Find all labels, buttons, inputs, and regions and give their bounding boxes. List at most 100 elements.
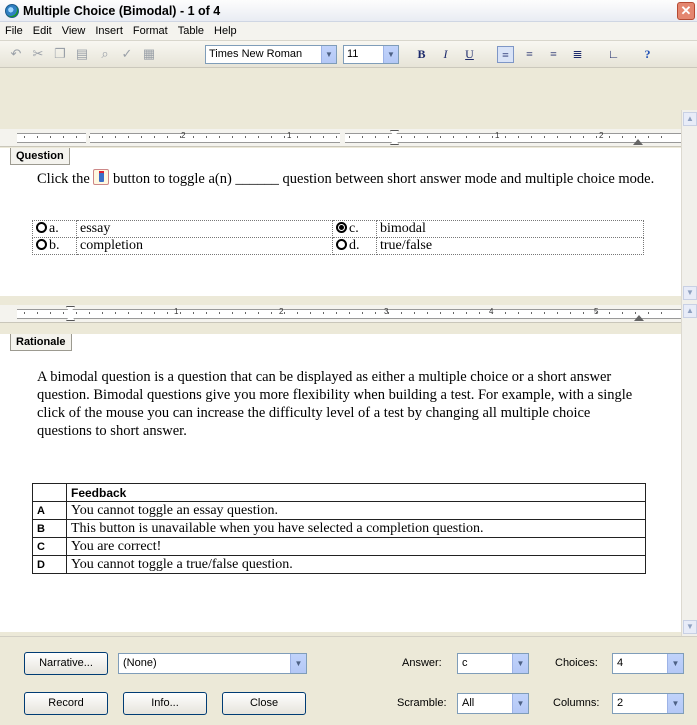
font-name-select[interactable]: Times New Roman ▼: [205, 45, 337, 64]
menu-help[interactable]: Help: [214, 25, 237, 37]
insert-table-icon[interactable]: ▦: [141, 46, 157, 62]
ruler-tick: [154, 136, 155, 138]
menu-format[interactable]: Format: [133, 25, 168, 37]
record-button[interactable]: Record: [24, 692, 108, 715]
ruler-tick: [323, 312, 324, 314]
align-left-icon[interactable]: ≡: [497, 46, 514, 63]
columns-select[interactable]: 2 ▼: [612, 693, 684, 714]
ruler-tick: [310, 136, 311, 138]
chevron-down-icon[interactable]: ▼: [290, 654, 306, 673]
ruler-tick: [258, 136, 259, 138]
ruler-tick: [284, 312, 285, 314]
scramble-select[interactable]: All ▼: [457, 693, 529, 714]
italic-button[interactable]: I: [437, 46, 454, 63]
help-button[interactable]: ?: [639, 46, 656, 63]
chevron-down-icon[interactable]: ▼: [667, 694, 683, 713]
ruler-tick: [219, 312, 220, 314]
ruler-tick: [63, 136, 64, 138]
underline-button[interactable]: U: [461, 46, 478, 63]
menu-insert[interactable]: Insert: [95, 25, 123, 37]
feedback-letter: B: [32, 519, 67, 538]
feedback-text: You cannot toggle a true/false question.: [66, 555, 646, 574]
bold-button[interactable]: B: [413, 46, 430, 63]
rationale-scrollbar[interactable]: ▲ ▼: [681, 302, 697, 636]
cut-icon[interactable]: ✂: [30, 46, 46, 62]
question-text-after: button to toggle a(n) ______ question be…: [113, 171, 655, 187]
ruler-tick: [102, 136, 103, 138]
paste-icon[interactable]: ▤: [74, 46, 90, 62]
chevron-down-icon[interactable]: ▼: [512, 654, 528, 673]
ruler-tick: [583, 312, 584, 314]
tab-stop-icon[interactable]: ∟: [605, 46, 622, 63]
ruler-margin-left: [17, 133, 86, 143]
scroll-up-icon[interactable]: ▲: [683, 112, 697, 126]
ruler-tick: [115, 136, 116, 138]
ruler-number: 1: [287, 131, 292, 140]
ruler-tick: [661, 312, 662, 314]
ruler-number: 2: [599, 131, 604, 140]
menu-file[interactable]: File: [5, 25, 23, 37]
right-indent-marker[interactable]: [633, 139, 643, 145]
ruler-tick: [596, 312, 597, 314]
menu-edit[interactable]: Edit: [33, 25, 52, 37]
choice-c-letter[interactable]: c.: [332, 220, 377, 238]
radio-d[interactable]: [336, 239, 347, 250]
choice-a-text: essay: [76, 220, 333, 238]
ruler-tick: [232, 312, 233, 314]
rationale-text: A bimodal question is a question that ca…: [37, 369, 633, 439]
bottom-panel: Narrative... (None) ▼ Answer: c ▼ Choice…: [0, 636, 697, 725]
chevron-down-icon[interactable]: ▼: [321, 46, 336, 63]
right-indent-marker[interactable]: [634, 315, 644, 321]
ruler-tick: [531, 136, 532, 138]
align-right-icon[interactable]: ≡: [545, 46, 562, 63]
justify-icon[interactable]: ≣: [569, 46, 586, 63]
choice-a-letter[interactable]: a.: [32, 220, 77, 238]
answer-select[interactable]: c ▼: [457, 653, 529, 674]
menu-table[interactable]: Table: [178, 25, 204, 37]
chevron-down-icon[interactable]: ▼: [512, 694, 528, 713]
chevron-down-icon[interactable]: ▼: [667, 654, 683, 673]
narrative-button[interactable]: Narrative...: [24, 652, 108, 675]
rationale-pane[interactable]: Rationale A bimodal question is a questi…: [0, 334, 681, 632]
ruler-tick: [297, 136, 298, 138]
choice-d-letter[interactable]: d.: [332, 237, 377, 255]
ruler-tick: [167, 312, 168, 314]
close-button[interactable]: Close: [222, 692, 306, 715]
radio-b[interactable]: [36, 239, 47, 250]
feedback-table: Feedback A You cannot toggle an essay qu…: [32, 483, 646, 574]
question-pane[interactable]: Question Click the button to toggle a(n)…: [0, 148, 681, 296]
scroll-down-icon[interactable]: ▼: [683, 286, 697, 300]
narrative-value: (None): [123, 657, 157, 669]
find-icon[interactable]: ⌕: [97, 46, 113, 62]
table-row: D You cannot toggle a true/false questio…: [32, 555, 646, 574]
choice-b-letter[interactable]: b.: [32, 237, 77, 255]
ruler-tick: [479, 312, 480, 314]
menu-view[interactable]: View: [62, 25, 86, 37]
copy-icon[interactable]: ❐: [52, 46, 68, 62]
window-title: Multiple Choice (Bimodal) - 1 of 4: [23, 3, 221, 18]
ruler-tick: [544, 136, 545, 138]
info-button[interactable]: Info...: [123, 692, 207, 715]
ruler-tick: [141, 136, 142, 138]
question-scrollbar[interactable]: ▲ ▼: [681, 110, 697, 302]
title-bar: Multiple Choice (Bimodal) - 1 of 4 ✕: [0, 0, 697, 22]
chevron-down-icon[interactable]: ▼: [383, 46, 398, 63]
close-window-button[interactable]: ✕: [677, 2, 695, 20]
scroll-down-icon[interactable]: ▼: [683, 620, 697, 634]
radio-a[interactable]: [36, 222, 47, 233]
font-size-select[interactable]: 11 ▼: [343, 45, 399, 64]
ruler-tick: [453, 312, 454, 314]
ruler-tick: [388, 136, 389, 138]
scroll-up-icon[interactable]: ▲: [683, 304, 697, 318]
align-center-icon[interactable]: ≡: [521, 46, 538, 63]
columns-label: Columns:: [553, 697, 600, 709]
undo-icon[interactable]: ↶: [8, 46, 24, 62]
narrative-select[interactable]: (None) ▼: [118, 653, 307, 674]
choices-select[interactable]: 4 ▼: [612, 653, 684, 674]
question-text-before: Click the: [37, 171, 90, 187]
ruler-tick: [570, 136, 571, 138]
ruler-tick: [128, 136, 129, 138]
spellcheck-icon[interactable]: ✓: [119, 46, 135, 62]
radio-c[interactable]: [336, 222, 347, 233]
ruler-tick: [505, 136, 506, 138]
